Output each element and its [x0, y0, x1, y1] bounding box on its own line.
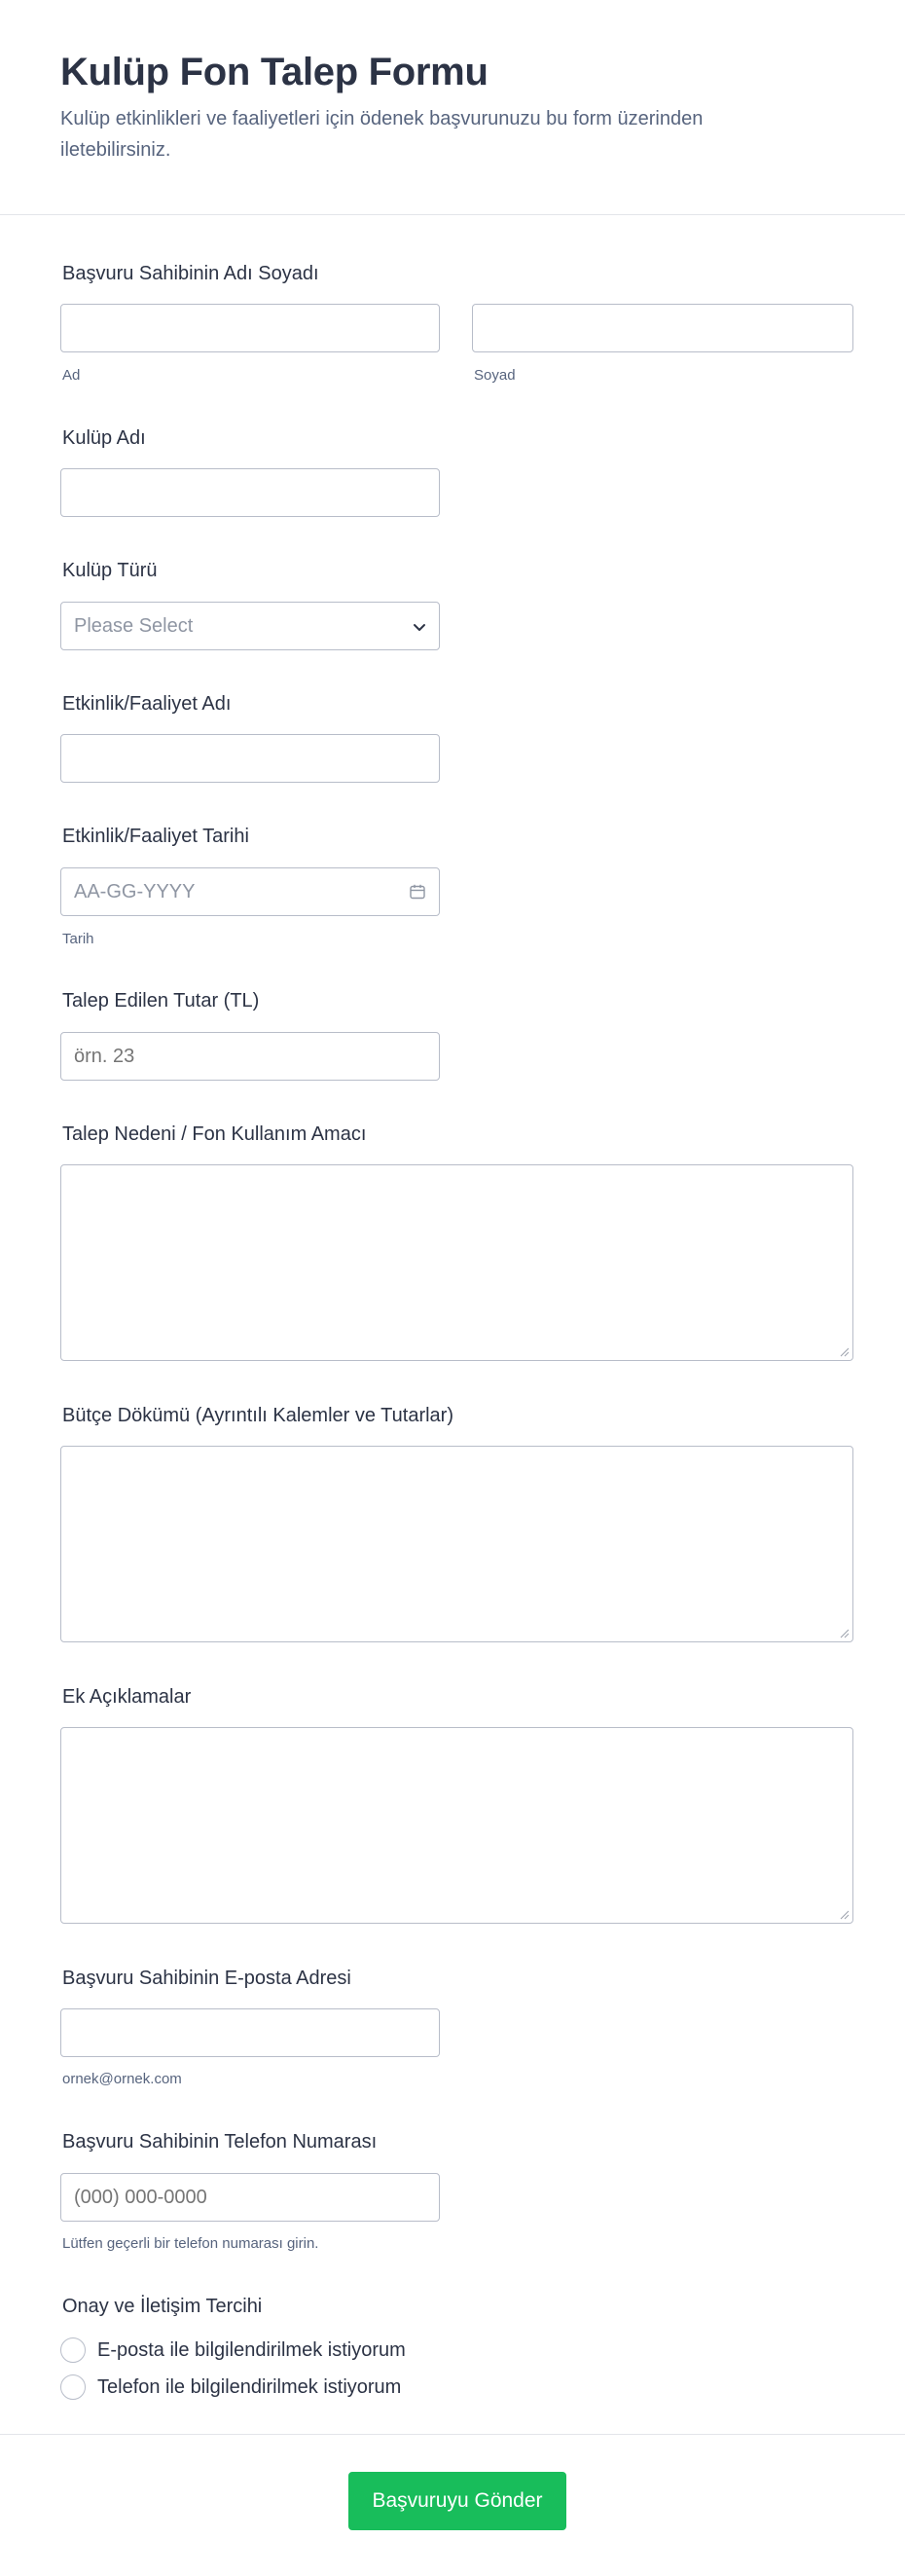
event-date-input[interactable]: AA-GG-YYYY: [60, 867, 440, 916]
consent-label: Onay ve İletişim Tercihi: [62, 2296, 263, 2317]
phone-sublabel: Lütfen geçerli bir telefon numarası giri…: [62, 2235, 319, 2252]
last-name-input[interactable]: [472, 304, 853, 352]
event-name-input[interactable]: [60, 734, 440, 783]
club-type-selected: Please Select: [74, 615, 194, 637]
phone-input[interactable]: [60, 2173, 440, 2222]
notes-label: Ek Açıklamalar: [62, 1686, 192, 1708]
consent-option-email[interactable]: E-posta ile bilgilendirilmek istiyorum: [60, 2337, 406, 2364]
first-name-input[interactable]: [60, 304, 440, 352]
submit-button[interactable]: Başvuruyu Gönder: [348, 2472, 566, 2530]
form-title: Kulüp Fon Talep Formu: [60, 51, 489, 93]
budget-label: Bütçe Dökümü (Ayrıntılı Kalemler ve Tuta…: [62, 1405, 453, 1426]
resize-grip-icon[interactable]: [838, 1345, 850, 1357]
event-date-placeholder: AA-GG-YYYY: [74, 881, 196, 902]
name-label: Başvuru Sahibinin Adı Soyadı: [62, 263, 319, 284]
form-header: Kulüp Fon Talep Formu Kulüp etkinlikleri…: [0, 0, 905, 215]
first-name-sublabel: Ad: [62, 367, 81, 384]
consent-option-label: Telefon ile bilgilendirilmek istiyorum: [97, 2375, 402, 2398]
event-date-sublabel: Tarih: [62, 931, 94, 947]
amount-label: Talep Edilen Tutar (TL): [62, 990, 260, 1012]
club-name-label: Kulüp Adı: [62, 427, 146, 449]
budget-textarea[interactable]: [60, 1446, 853, 1642]
calendar-icon[interactable]: [409, 883, 426, 901]
radio-button[interactable]: [60, 2374, 86, 2400]
reason-textarea[interactable]: [60, 1164, 853, 1361]
reason-label: Talep Nedeni / Fon Kullanım Amacı: [62, 1123, 367, 1145]
event-name-label: Etkinlik/Faaliyet Adı: [62, 693, 232, 715]
club-name-input[interactable]: [60, 468, 440, 517]
email-label: Başvuru Sahibinin E-posta Adresi: [62, 1968, 351, 1989]
resize-grip-icon[interactable]: [838, 1908, 850, 1920]
last-name-sublabel: Soyad: [474, 367, 516, 384]
chevron-down-icon: [414, 624, 425, 631]
email-input[interactable]: [60, 2008, 440, 2057]
radio-button[interactable]: [60, 2337, 86, 2363]
club-type-label: Kulüp Türü: [62, 560, 158, 581]
amount-input[interactable]: [60, 1032, 440, 1081]
email-sublabel: ornek@ornek.com: [62, 2071, 182, 2087]
resize-grip-icon[interactable]: [838, 1627, 850, 1638]
consent-option-label: E-posta ile bilgilendirilmek istiyorum: [97, 2338, 406, 2361]
notes-textarea[interactable]: [60, 1727, 853, 1924]
event-date-label: Etkinlik/Faaliyet Tarihi: [62, 826, 249, 847]
phone-label: Başvuru Sahibinin Telefon Numarası: [62, 2131, 378, 2153]
club-type-select[interactable]: Please Select: [60, 602, 440, 650]
consent-option-phone[interactable]: Telefon ile bilgilendirilmek istiyorum: [60, 2374, 401, 2401]
form-subtitle: Kulüp etkinlikleri ve faaliyetleri için …: [60, 108, 704, 161]
